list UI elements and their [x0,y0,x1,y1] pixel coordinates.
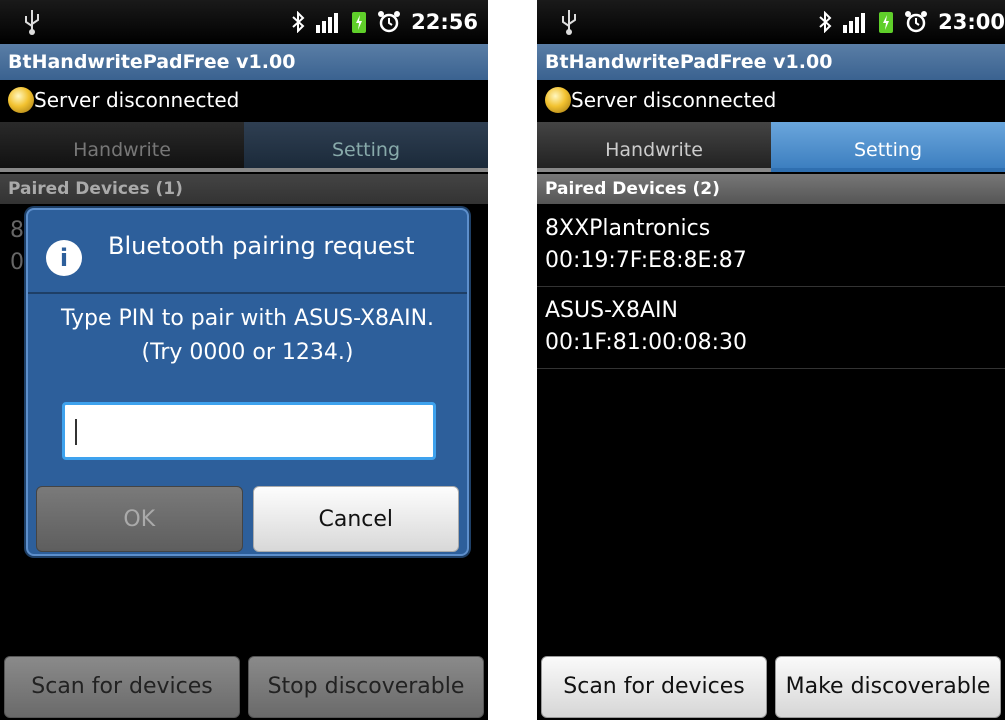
battery-charging-icon [352,12,367,33]
bluetooth-icon [819,11,832,33]
tab-handwrite[interactable]: Handwrite [537,122,771,172]
list-item[interactable]: ASUS-X8AIN 00:1F:81:00:08:30 [537,287,1005,369]
status-led-icon [545,87,571,113]
info-icon: i [46,240,82,276]
bottom-buttons: Scan for devices Stop discoverable [4,656,484,718]
usb-icon [25,10,39,35]
pairing-dialog: i Bluetooth pairing request Type PIN to … [26,208,469,556]
app-title: BtHandwritePadFree v1.00 [537,44,1005,80]
partial-device-text: 8 0 [10,218,24,275]
alarm-icon [905,11,928,33]
device-mac: 00:19:7F:E8:8E:87 [545,248,747,273]
server-status-bar: Server disconnected [537,80,1005,120]
scan-devices-button[interactable]: Scan for devices [4,656,240,718]
pin-input[interactable] [62,402,436,460]
battery-charging-icon [879,12,894,33]
stop-discoverable-button[interactable]: Stop discoverable [248,656,484,718]
server-status-text: Server disconnected [34,88,240,112]
dialog-message: Type PIN to pair with ASUS-X8AIN. (Try 0… [60,306,435,365]
status-led-icon [8,87,34,113]
phone-screen-right: 23:00 BtHandwritePadFree v1.00 Server di… [537,0,1005,720]
tab-setting[interactable]: Setting [771,122,1005,172]
dialog-header: i Bluetooth pairing request [28,210,467,294]
server-status-text: Server disconnected [571,88,777,112]
status-bar: 23:00 [537,0,1005,44]
server-status-bar: Server disconnected [0,80,488,120]
dialog-buttons: OK Cancel [36,486,459,552]
scan-devices-button[interactable]: Scan for devices [541,656,767,718]
paired-devices-header: Paired Devices (1) [0,174,488,204]
usb-icon [562,10,576,35]
app-title: BtHandwritePadFree v1.00 [0,44,488,80]
text-caret [75,419,77,445]
signal-icon [316,13,339,33]
tab-bar: Handwrite Setting [0,122,488,172]
status-bar: 22:56 [0,0,488,44]
list-item[interactable]: 8XXPlantronics 00:19:7F:E8:8E:87 [537,205,1005,287]
alarm-icon [378,11,401,33]
paired-device-list: 8XXPlantronics 00:19:7F:E8:8E:87 ASUS-X8… [537,205,1005,369]
phone-screen-left: 22:56 BtHandwritePadFree v1.00 Server di… [0,0,488,720]
signal-icon [843,13,866,33]
dialog-title: Bluetooth pairing request [108,232,415,260]
cancel-button[interactable]: Cancel [252,486,459,552]
device-name: 8XXPlantronics [545,216,711,241]
device-name: ASUS-X8AIN [545,298,678,323]
device-mac: 00:1F:81:00:08:30 [545,330,747,355]
clock: 22:56 [411,10,478,34]
bottom-buttons: Scan for devices Make discoverable [541,656,1001,718]
bluetooth-icon [292,11,305,33]
make-discoverable-button[interactable]: Make discoverable [775,656,1001,718]
tab-setting[interactable]: Setting [244,122,488,172]
ok-button[interactable]: OK [36,486,243,552]
clock: 23:00 [938,10,1005,34]
tab-handwrite[interactable]: Handwrite [0,122,244,172]
tab-bar: Handwrite Setting [537,122,1005,172]
paired-devices-header: Paired Devices (2) [537,174,1005,204]
